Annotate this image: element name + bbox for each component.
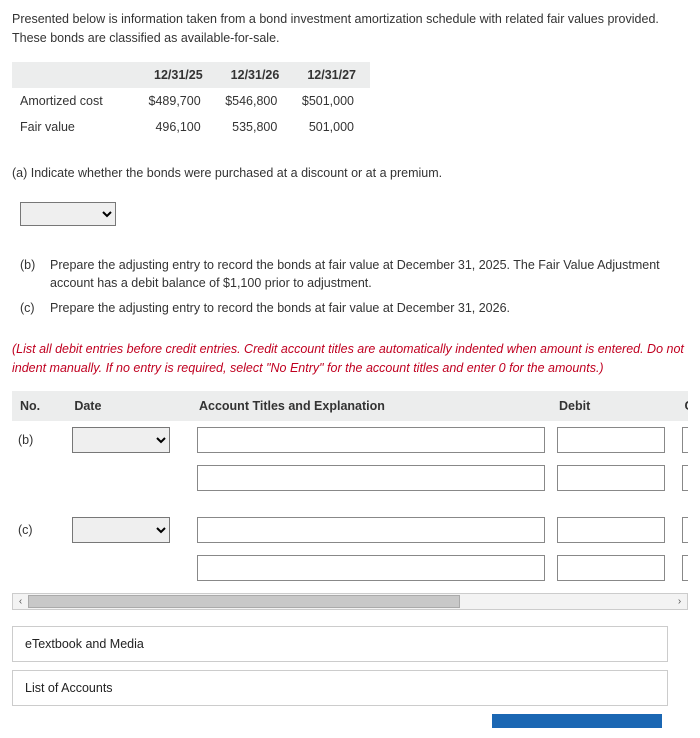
list-of-accounts-button[interactable]: List of Accounts [12, 670, 668, 706]
je-header-acct: Account Titles and Explanation [191, 391, 551, 421]
cell: $546,800 [217, 88, 294, 114]
submit-button[interactable] [492, 714, 662, 728]
cell: 535,800 [217, 114, 294, 140]
part-c-label: (c) [20, 299, 50, 318]
horizontal-scrollbar[interactable]: ‹ › [12, 593, 688, 610]
credit-input[interactable] [682, 427, 688, 453]
row-no: (b) [12, 421, 66, 459]
je-header-no: No. [12, 391, 66, 421]
cell: 496,100 [140, 114, 217, 140]
table-row: (b) [12, 421, 688, 459]
credit-input[interactable] [682, 517, 688, 543]
table-row: Amortized cost $489,700 $546,800 $501,00… [12, 88, 370, 114]
credit-input[interactable] [682, 465, 688, 491]
debit-input[interactable] [557, 465, 665, 491]
col-header-2: 12/31/26 [217, 62, 294, 88]
part-c-text: Prepare the adjusting entry to record th… [50, 299, 688, 318]
discount-premium-select[interactable] [20, 202, 116, 226]
credit-input[interactable] [682, 555, 688, 581]
cell: $501,000 [293, 88, 370, 114]
col-header-3: 12/31/27 [293, 62, 370, 88]
table-row: (c) [12, 511, 688, 549]
cell: $489,700 [140, 88, 217, 114]
journal-entry-container: No. Date Account Titles and Explanation … [12, 391, 688, 587]
blank-header [12, 62, 140, 88]
table-row [12, 459, 688, 497]
je-header-debit: Debit [551, 391, 676, 421]
cell: 501,000 [293, 114, 370, 140]
part-b-text: Prepare the adjusting entry to record th… [50, 256, 688, 294]
account-input[interactable] [197, 555, 545, 581]
row-label: Amortized cost [12, 88, 140, 114]
intro-text: Presented below is information taken fro… [12, 10, 688, 48]
date-select[interactable] [72, 427, 170, 453]
table-row: Fair value 496,100 535,800 501,000 [12, 114, 370, 140]
table-row [12, 549, 688, 587]
part-a-text: (a) Indicate whether the bonds were purc… [12, 166, 688, 180]
account-input[interactable] [197, 517, 545, 543]
col-header-1: 12/31/25 [140, 62, 217, 88]
part-b-label: (b) [20, 256, 50, 294]
scroll-thumb[interactable] [28, 595, 460, 608]
account-input[interactable] [197, 465, 545, 491]
journal-entry-table: No. Date Account Titles and Explanation … [12, 391, 688, 587]
debit-input[interactable] [557, 517, 665, 543]
scroll-right-icon[interactable]: › [672, 596, 687, 607]
etextbook-button[interactable]: eTextbook and Media [12, 626, 668, 662]
scroll-left-icon[interactable]: ‹ [13, 596, 28, 607]
bond-data-table: 12/31/25 12/31/26 12/31/27 Amortized cos… [12, 62, 370, 140]
debit-input[interactable] [557, 427, 665, 453]
debit-input[interactable] [557, 555, 665, 581]
je-header-date: Date [66, 391, 191, 421]
row-label: Fair value [12, 114, 140, 140]
account-input[interactable] [197, 427, 545, 453]
row-no: (c) [12, 511, 66, 549]
je-header-credit: Cred [676, 391, 688, 421]
instruction-text: (List all debit entries before credit en… [12, 340, 688, 378]
date-select[interactable] [72, 517, 170, 543]
